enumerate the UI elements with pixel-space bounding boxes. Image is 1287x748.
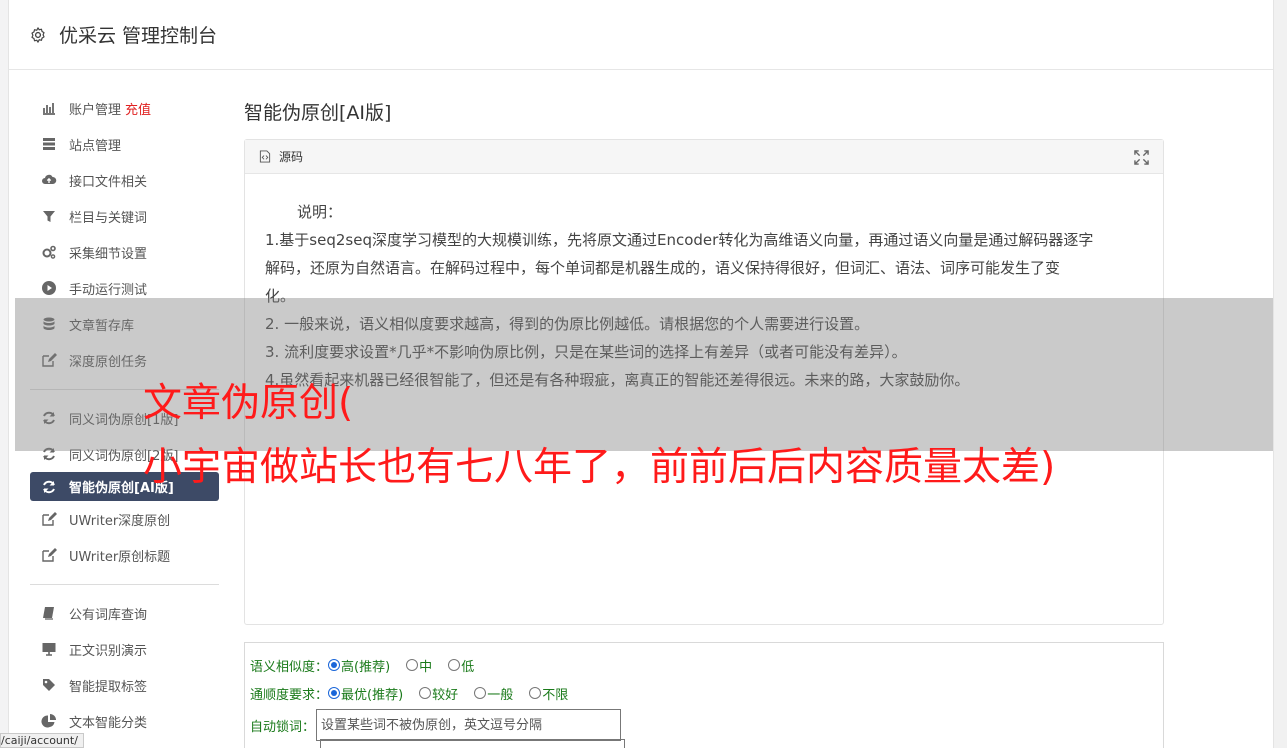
similarity-medium-radio[interactable]: 中 [406, 656, 432, 675]
play-icon [40, 280, 57, 297]
tag-icon [40, 677, 57, 694]
radio-dot [328, 659, 341, 671]
sidebar-item-label: 栏目与关键词 [69, 210, 148, 226]
edit-icon [40, 511, 57, 528]
radio-label: 一般 [487, 687, 514, 703]
sidebar-item[interactable]: 智能提取标签 [30, 667, 219, 703]
sidebar-item[interactable]: 站点管理 [30, 126, 219, 162]
monitor-icon [40, 641, 57, 658]
similarity-high-radio[interactable]: 高(推荐) [328, 656, 390, 675]
radio-dot [448, 659, 461, 671]
app-title: 优采云 管理控制台 [59, 25, 218, 47]
edit-icon [40, 547, 57, 564]
radio-dot [328, 687, 341, 699]
fluency-good-radio[interactable]: 较好 [419, 684, 458, 703]
sidebar-item-label: 接口文件相关 [69, 174, 148, 190]
sidebar-item[interactable]: UWriter深度原创 [30, 501, 219, 537]
fluency-label: 通顺度要求： [250, 687, 329, 703]
lock-words-label: 自动锁词： [250, 719, 316, 735]
status-bar-url: /caiji/account/ [0, 733, 84, 748]
fluency-normal-radio[interactable]: 一般 [474, 684, 513, 703]
cloud-upload-icon [40, 172, 57, 189]
sidebar-item-label: 智能提取标签 [69, 679, 148, 695]
sidebar-item[interactable]: 账户管理 充值 [30, 90, 219, 126]
radio-dot [474, 687, 487, 699]
filter-icon [40, 208, 57, 225]
sidebar-item[interactable]: 栏目与关键词 [30, 198, 219, 234]
sidebar-item-label: 公有词库查询 [69, 607, 148, 623]
panel-tab-label: 源码 [279, 150, 304, 164]
instructions-heading: 说明： [297, 203, 343, 221]
second-input[interactable] [320, 739, 625, 748]
sidebar-item-label: 采集细节设置 [69, 246, 148, 262]
book-icon [40, 605, 57, 622]
page-title: 智能伪原创[AI版] [244, 102, 392, 124]
recharge-link[interactable]: 充值 [125, 99, 151, 118]
instruction-line: 解码，还原为自然语言。在解码过程中，每个单词都是机器生成的，语义保持得很好，但词… [265, 259, 1061, 277]
sidebar-item-label: 正文识别演示 [69, 643, 148, 659]
source-file-icon [259, 150, 271, 163]
sidebar-item-label: 站点管理 [69, 138, 122, 154]
fluency-best-radio[interactable]: 最优(推荐) [328, 684, 403, 703]
sidebar-item-label: 账户管理 [69, 102, 122, 118]
sidebar-item-label: 手动运行测试 [69, 282, 148, 298]
radio-dot [529, 687, 542, 699]
sidebar-item-label: 文本智能分类 [69, 715, 148, 731]
lock-words-row: 自动锁词： [250, 707, 1163, 743]
radio-label: 高(推荐) [341, 659, 391, 675]
overlay-line: 小宇宙做站长也有七八年了，前前后后内容质量太差) [143, 445, 1056, 490]
instruction-line: 1.基于seq2seq深度学习模型的大规模训练，先将原文通过Encoder转化为… [265, 231, 1094, 249]
lock-words-input[interactable] [316, 709, 622, 741]
radio-label: 最优(推荐) [341, 687, 404, 703]
bar-chart-icon [40, 100, 57, 117]
radio-label: 低 [461, 659, 475, 675]
sidebar-item-label: UWriter原创标题 [69, 549, 171, 565]
sidebar-item-label: UWriter深度原创 [69, 513, 171, 529]
radio-dot [406, 659, 419, 671]
sidebar-divider [30, 584, 219, 585]
sidebar-item[interactable]: 公有词库查询 [30, 595, 219, 631]
top-bar: 优采云 管理控制台 [9, 0, 1273, 70]
gear-icon [31, 26, 45, 43]
server-icon [40, 136, 57, 153]
radio-label: 较好 [432, 687, 459, 703]
sidebar-item[interactable]: 接口文件相关 [30, 162, 219, 198]
sidebar-item[interactable]: 采集细节设置 [30, 234, 219, 270]
similarity-low-radio[interactable]: 低 [448, 656, 474, 675]
overlay-line: 文章伪原创( [143, 381, 354, 426]
page-scrollbar[interactable] [1274, 0, 1287, 748]
fluency-row: 通顺度要求： 最优(推荐) 较好 一般 不限 [250, 679, 1163, 707]
options-panel: 语义相似度： 高(推荐) 中 低 通顺度要求： 最优(推荐) 较好 一般 不限 … [244, 642, 1164, 748]
fluency-any-radio[interactable]: 不限 [529, 684, 568, 703]
similarity-label: 语义相似度： [250, 659, 329, 675]
radio-label: 不限 [542, 687, 569, 703]
similarity-row: 语义相似度： 高(推荐) 中 低 [250, 651, 1163, 679]
pie-chart-icon [40, 713, 57, 730]
sidebar-item[interactable]: 正文识别演示 [30, 631, 219, 667]
radio-label: 中 [419, 659, 433, 675]
panel-header[interactable]: 源码 [245, 140, 1163, 174]
overlay-caption: 文章伪原创( 小宇宙做站长也有七八年了，前前后后内容质量太差) [143, 372, 1055, 500]
radio-dot [419, 687, 432, 699]
gears-icon [40, 244, 57, 261]
sidebar-item[interactable]: UWriter原创标题 [30, 537, 219, 573]
fullscreen-icon[interactable] [1134, 150, 1149, 165]
refresh-icon [40, 478, 57, 495]
